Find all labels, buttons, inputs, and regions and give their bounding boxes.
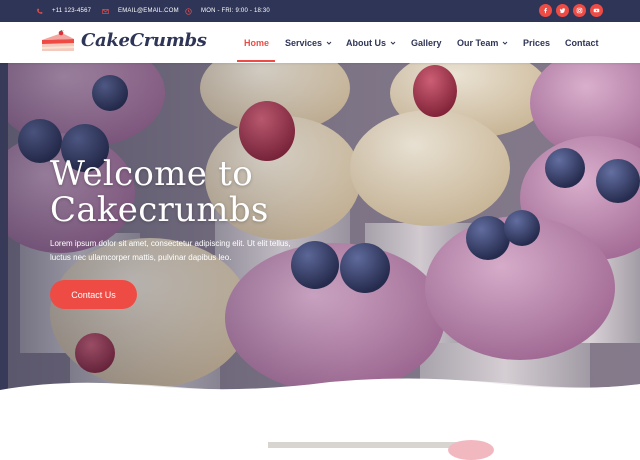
top-bar: +11 123-4567 EMAIL@EMAIL.COM MON - FRI: … [0, 0, 640, 22]
cupcakes-background-image [0, 63, 640, 408]
hero-section: Welcome to Cakecrumbs Lorem ipsum dolor … [0, 63, 640, 408]
chevron-down-icon [390, 41, 396, 45]
hero-description: Lorem ipsum dolor sit amet, consectetur … [50, 239, 291, 262]
nav-home-label: Home [244, 37, 270, 48]
clock-icon [185, 7, 192, 15]
contact-us-button[interactable]: Contact Us [50, 280, 137, 309]
hours-info: MON - FRI: 9:00 - 18:30 [185, 0, 270, 22]
nav-team-label: Our Team [457, 37, 499, 48]
nav-services-label: Services [285, 37, 323, 48]
next-section [0, 400, 640, 460]
phone-icon [37, 8, 43, 14]
nav-about-us[interactable]: About Us [346, 22, 396, 63]
nav-our-team[interactable]: Our Team [457, 22, 508, 63]
section-image-preview [268, 442, 458, 448]
nav-gallery-label: Gallery [411, 37, 442, 48]
phone-info[interactable]: +11 123-4567 [36, 0, 91, 22]
nav-contact[interactable]: Contact [565, 22, 599, 63]
nav-contact-label: Contact [565, 37, 599, 48]
brand-name[interactable]: CakeCrumbs [81, 30, 207, 51]
opening-hours: MON - FRI: 9:00 - 18:30 [201, 8, 270, 14]
nav-home[interactable]: Home [244, 22, 269, 63]
nav-about-label: About Us [346, 37, 386, 48]
nav-services[interactable]: Services [285, 22, 332, 63]
nav-gallery[interactable]: Gallery [411, 22, 442, 63]
envelope-icon [102, 8, 109, 14]
instagram-icon[interactable] [573, 4, 586, 17]
email-info[interactable]: EMAIL@EMAIL.COM [102, 0, 179, 22]
active-nav-indicator [237, 60, 275, 62]
twitter-icon[interactable] [556, 4, 569, 17]
email-address: EMAIL@EMAIL.COM [118, 8, 179, 14]
phone-number: +11 123-4567 [52, 8, 92, 14]
facebook-icon[interactable] [539, 4, 552, 17]
hero-title: Welcome to Cakecrumbs [50, 154, 269, 230]
main-header: CakeCrumbs Home Services About Us Galler… [0, 22, 640, 63]
chevron-down-icon [326, 41, 332, 45]
chevron-down-icon [502, 41, 508, 45]
decorative-pink-blob [448, 440, 494, 460]
nav-prices-label: Prices [523, 37, 551, 48]
youtube-icon[interactable] [590, 4, 603, 17]
cake-slice-logo-icon[interactable] [40, 30, 76, 54]
nav-prices[interactable]: Prices [523, 22, 550, 63]
